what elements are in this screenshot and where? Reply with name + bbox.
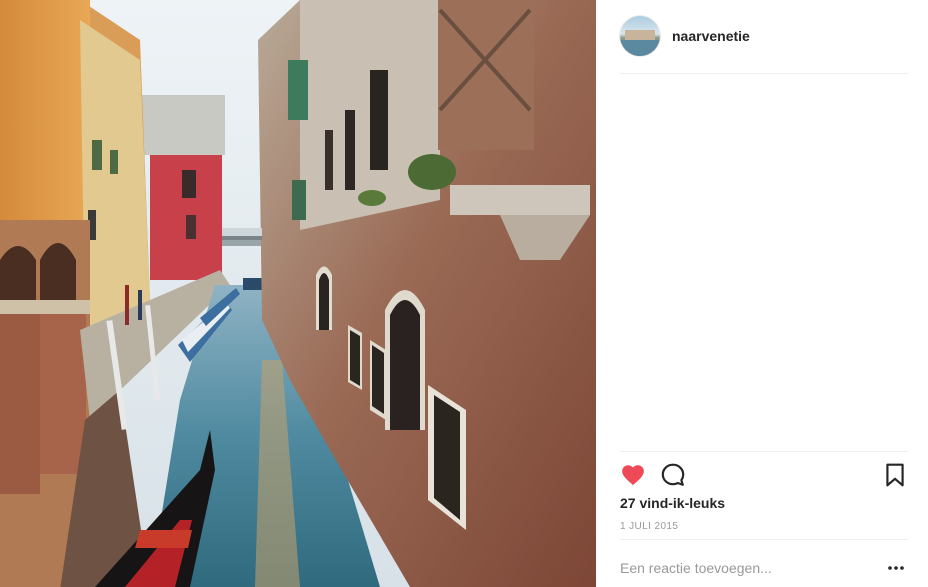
avatar[interactable] bbox=[620, 16, 660, 56]
post-date: 1 JULI 2015 bbox=[620, 521, 679, 532]
save-button[interactable] bbox=[882, 462, 908, 488]
likes-count[interactable]: 27 vind-ik-leuks bbox=[620, 495, 725, 511]
header-divider bbox=[620, 73, 908, 74]
post-header: naarvenetie bbox=[620, 15, 908, 57]
like-button[interactable] bbox=[620, 462, 646, 488]
comments-divider bbox=[620, 451, 908, 452]
more-options-button[interactable] bbox=[886, 561, 906, 575]
comment-bubble-icon bbox=[661, 463, 685, 486]
bookmark-icon bbox=[886, 463, 904, 487]
comment-input[interactable] bbox=[620, 556, 870, 580]
post-side-panel: naarvenetie 27 vind-ik-leuks 1 JULI 2015 bbox=[596, 0, 928, 587]
post-photo[interactable] bbox=[0, 0, 596, 587]
heart-icon bbox=[622, 465, 644, 486]
username-link[interactable]: naarvenetie bbox=[672, 28, 750, 44]
comment-button[interactable] bbox=[660, 462, 686, 488]
comment-divider bbox=[620, 539, 908, 540]
post-actions bbox=[620, 462, 908, 488]
more-options-icon bbox=[888, 566, 904, 570]
venice-canal-image bbox=[0, 0, 596, 587]
